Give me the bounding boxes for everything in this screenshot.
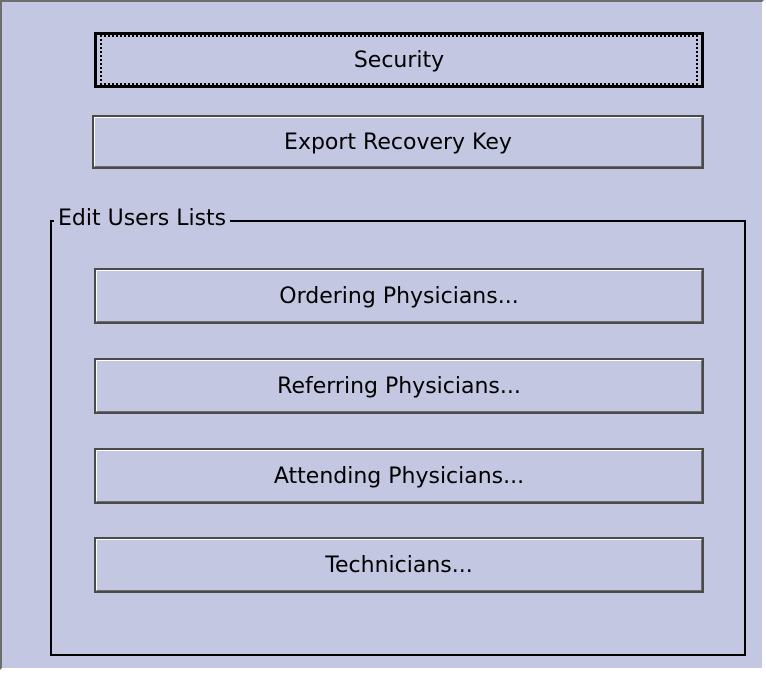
export-recovery-key-button-label: Export Recovery Key: [284, 129, 512, 155]
security-button-label: Security: [100, 35, 698, 85]
referring-physicians-button-label: Referring Physicians...: [277, 373, 521, 399]
technicians-button[interactable]: Technicians...: [94, 537, 704, 593]
export-recovery-key-button[interactable]: Export Recovery Key: [92, 115, 704, 169]
referring-physicians-button[interactable]: Referring Physicians...: [94, 358, 704, 414]
attending-physicians-button[interactable]: Attending Physicians...: [94, 448, 704, 504]
technicians-button-label: Technicians...: [325, 552, 473, 578]
ordering-physicians-button[interactable]: Ordering Physicians...: [94, 268, 704, 324]
edit-users-lists-title: Edit Users Lists: [54, 206, 231, 232]
settings-panel: Security Export Recovery Key Edit Users …: [0, 0, 764, 670]
attending-physicians-button-label: Attending Physicians...: [273, 463, 525, 489]
security-button[interactable]: Security: [94, 32, 704, 88]
ordering-physicians-button-label: Ordering Physicians...: [279, 283, 519, 309]
